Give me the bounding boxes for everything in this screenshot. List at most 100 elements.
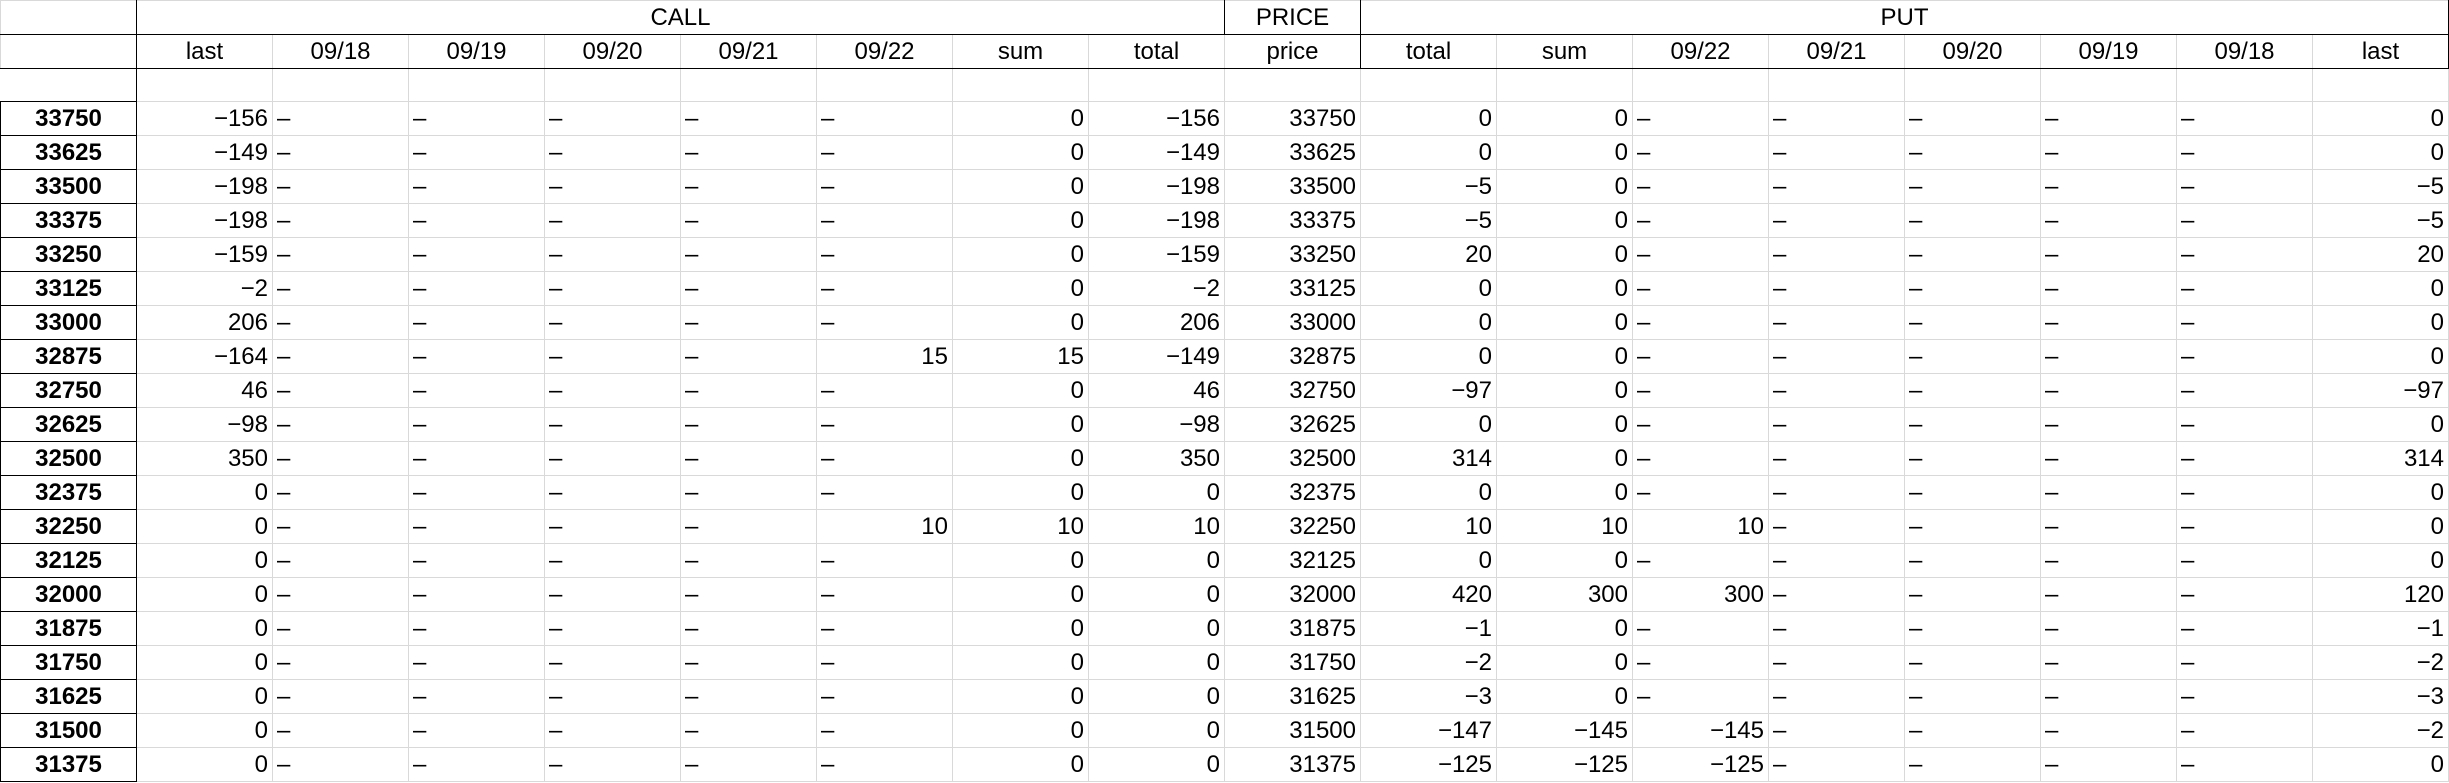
call-cell[interactable]: 0 bbox=[1088, 611, 1225, 646]
corner-cell[interactable] bbox=[0, 34, 137, 69]
call-col-header-3[interactable]: 09/20 bbox=[544, 34, 681, 69]
call-cell[interactable]: – bbox=[816, 135, 953, 170]
call-cell[interactable]: – bbox=[408, 543, 545, 578]
blank-cell[interactable] bbox=[1224, 68, 1361, 102]
call-cell[interactable]: −159 bbox=[1088, 237, 1225, 272]
call-cell[interactable]: 46 bbox=[136, 373, 273, 408]
put-cell[interactable]: 10 bbox=[1496, 509, 1633, 544]
call-cell[interactable]: – bbox=[272, 339, 409, 374]
put-cell[interactable]: – bbox=[2176, 135, 2313, 170]
call-cell[interactable]: 0 bbox=[952, 747, 1089, 782]
put-cell[interactable]: – bbox=[2040, 747, 2177, 782]
price-cell[interactable]: 32875 bbox=[1224, 339, 1361, 374]
call-col-header-4[interactable]: 09/21 bbox=[680, 34, 817, 69]
put-cell[interactable]: 0 bbox=[2312, 543, 2449, 578]
put-cell[interactable]: – bbox=[2176, 237, 2313, 272]
row-header[interactable]: 32625 bbox=[0, 407, 137, 442]
put-cell[interactable]: – bbox=[1768, 713, 1905, 748]
call-cell[interactable]: −198 bbox=[1088, 203, 1225, 238]
row-header-blank[interactable] bbox=[0, 68, 137, 102]
put-cell[interactable]: 0 bbox=[1360, 271, 1497, 306]
call-cell[interactable]: – bbox=[544, 577, 681, 612]
price-cell[interactable]: 31625 bbox=[1224, 679, 1361, 714]
put-cell[interactable]: – bbox=[1632, 305, 1769, 340]
put-cell[interactable]: 314 bbox=[2312, 441, 2449, 476]
call-cell[interactable]: −98 bbox=[1088, 407, 1225, 442]
put-cell[interactable]: −147 bbox=[1360, 713, 1497, 748]
call-cell[interactable]: – bbox=[544, 645, 681, 680]
call-cell[interactable]: – bbox=[816, 407, 953, 442]
call-cell[interactable]: 0 bbox=[952, 611, 1089, 646]
blank-cell[interactable] bbox=[2312, 68, 2449, 102]
call-cell[interactable]: – bbox=[272, 135, 409, 170]
call-cell[interactable]: – bbox=[680, 679, 817, 714]
call-cell[interactable]: 0 bbox=[952, 271, 1089, 306]
call-cell[interactable]: −164 bbox=[136, 339, 273, 374]
put-cell[interactable]: −145 bbox=[1496, 713, 1633, 748]
put-cell[interactable]: 0 bbox=[1496, 169, 1633, 204]
call-cell[interactable]: – bbox=[680, 475, 817, 510]
price-col-header[interactable]: price bbox=[1224, 34, 1361, 69]
call-cell[interactable]: – bbox=[544, 747, 681, 782]
call-cell[interactable]: – bbox=[544, 305, 681, 340]
put-cell[interactable]: – bbox=[1768, 441, 1905, 476]
call-cell[interactable]: – bbox=[544, 611, 681, 646]
call-cell[interactable]: 0 bbox=[136, 475, 273, 510]
put-cell[interactable]: 0 bbox=[1360, 543, 1497, 578]
put-cell[interactable]: 0 bbox=[2312, 135, 2449, 170]
put-cell[interactable]: – bbox=[2040, 203, 2177, 238]
row-header[interactable]: 32125 bbox=[0, 543, 137, 578]
price-cell[interactable]: 32000 bbox=[1224, 577, 1361, 612]
put-cell[interactable]: – bbox=[1632, 339, 1769, 374]
row-header[interactable]: 32375 bbox=[0, 475, 137, 510]
call-cell[interactable]: 350 bbox=[1088, 441, 1225, 476]
call-cell[interactable]: −156 bbox=[136, 101, 273, 136]
row-header[interactable]: 31875 bbox=[0, 611, 137, 646]
put-cell[interactable]: 0 bbox=[1496, 373, 1633, 408]
put-cell[interactable]: −145 bbox=[1632, 713, 1769, 748]
put-cell[interactable]: – bbox=[2176, 271, 2313, 306]
put-cell[interactable]: 0 bbox=[1360, 407, 1497, 442]
call-cell[interactable]: – bbox=[680, 645, 817, 680]
put-cell[interactable]: – bbox=[2040, 169, 2177, 204]
call-cell[interactable]: 0 bbox=[952, 203, 1089, 238]
put-cell[interactable]: – bbox=[2176, 101, 2313, 136]
call-cell[interactable]: – bbox=[272, 441, 409, 476]
call-cell[interactable]: – bbox=[680, 271, 817, 306]
price-cell[interactable]: 33250 bbox=[1224, 237, 1361, 272]
put-cell[interactable]: – bbox=[1904, 645, 2041, 680]
put-cell[interactable]: – bbox=[2176, 611, 2313, 646]
call-cell[interactable]: – bbox=[680, 101, 817, 136]
put-cell[interactable]: 20 bbox=[2312, 237, 2449, 272]
price-cell[interactable]: 33625 bbox=[1224, 135, 1361, 170]
put-cell[interactable]: 0 bbox=[1496, 203, 1633, 238]
put-cell[interactable]: – bbox=[1768, 305, 1905, 340]
put-col-header-3[interactable]: 09/21 bbox=[1768, 34, 1905, 69]
call-cell[interactable]: 0 bbox=[136, 543, 273, 578]
put-cell[interactable]: 0 bbox=[2312, 747, 2449, 782]
price-cell[interactable]: 33125 bbox=[1224, 271, 1361, 306]
call-cell[interactable]: – bbox=[816, 441, 953, 476]
call-cell[interactable]: – bbox=[408, 373, 545, 408]
put-cell[interactable]: – bbox=[2176, 679, 2313, 714]
put-cell[interactable]: 0 bbox=[1496, 305, 1633, 340]
put-cell[interactable]: – bbox=[1768, 271, 1905, 306]
call-cell[interactable]: 0 bbox=[952, 135, 1089, 170]
call-cell[interactable]: – bbox=[272, 203, 409, 238]
put-cell[interactable]: – bbox=[1768, 679, 1905, 714]
put-cell[interactable]: – bbox=[2176, 577, 2313, 612]
put-cell[interactable]: 0 bbox=[1496, 645, 1633, 680]
call-cell[interactable]: – bbox=[272, 679, 409, 714]
call-cell[interactable]: – bbox=[680, 305, 817, 340]
call-cell[interactable]: – bbox=[680, 339, 817, 374]
put-cell[interactable]: – bbox=[2040, 611, 2177, 646]
put-cell[interactable]: – bbox=[2176, 475, 2313, 510]
call-cell[interactable]: 0 bbox=[1088, 713, 1225, 748]
put-cell[interactable]: 10 bbox=[1632, 509, 1769, 544]
price-cell[interactable]: 33375 bbox=[1224, 203, 1361, 238]
blank-cell[interactable] bbox=[1360, 68, 1497, 102]
call-cell[interactable]: – bbox=[272, 713, 409, 748]
put-cell[interactable]: – bbox=[1904, 135, 2041, 170]
put-cell[interactable]: −2 bbox=[2312, 645, 2449, 680]
call-cell[interactable]: – bbox=[816, 543, 953, 578]
